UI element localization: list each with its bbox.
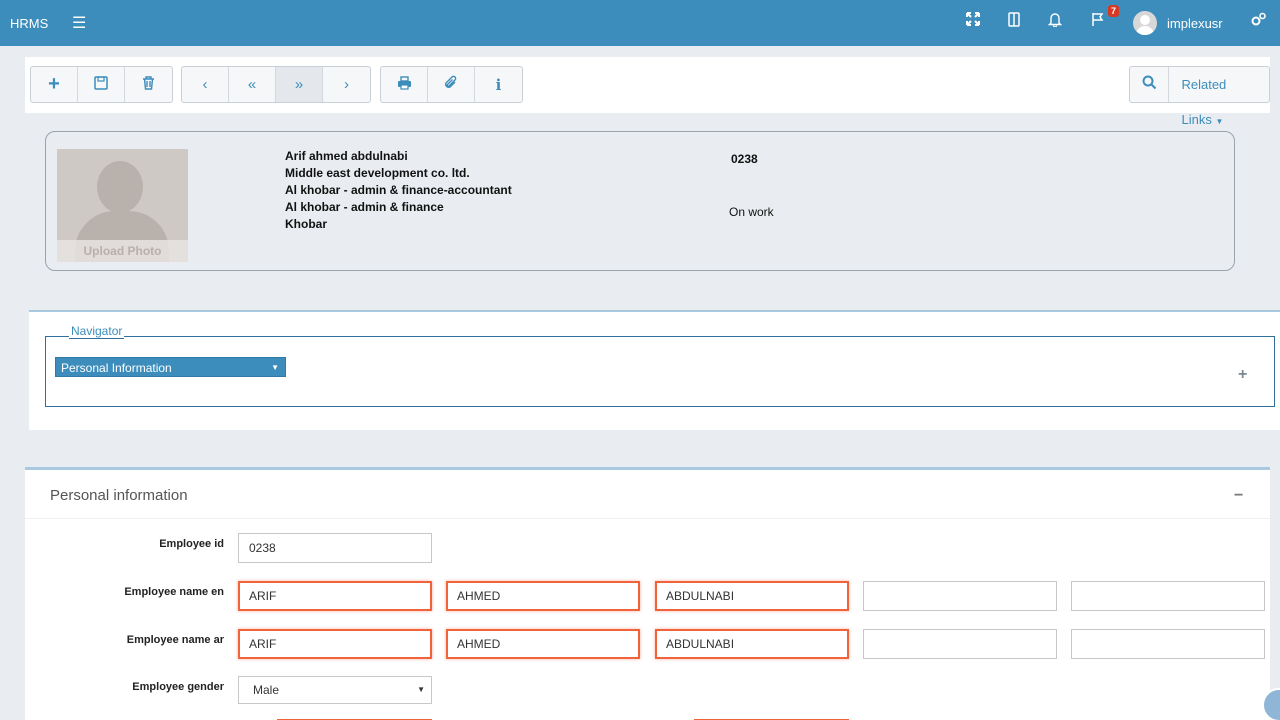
- flag-icon[interactable]: [1091, 12, 1106, 33]
- employee-photo[interactable]: Upload Photo: [57, 149, 188, 262]
- chevron-right-icon: ›: [344, 76, 349, 93]
- name-ar-first-field[interactable]: ARIF: [238, 629, 432, 659]
- collapse-minus-icon[interactable]: −: [1234, 487, 1243, 505]
- hamburger-icon[interactable]: ☰: [72, 13, 86, 33]
- double-chevron-left-icon: «: [247, 76, 257, 93]
- search-button[interactable]: [1130, 67, 1170, 102]
- last-button[interactable]: »: [276, 67, 323, 102]
- trash-icon: [142, 75, 155, 94]
- avatar-placeholder-head: [97, 161, 143, 213]
- gender-select[interactable]: Male ▼: [238, 676, 432, 704]
- app-brand[interactable]: HRMS: [10, 16, 48, 31]
- bell-icon[interactable]: [1047, 12, 1063, 33]
- name-ar-last-field[interactable]: ABDULNABI: [655, 629, 849, 659]
- name-en-first-field[interactable]: ARIF: [238, 581, 432, 611]
- expand-icon[interactable]: [966, 12, 980, 32]
- navigation-group: ‹ « » ›: [181, 66, 371, 103]
- employee-status: On work: [729, 205, 774, 219]
- expand-plus-icon[interactable]: +: [1238, 366, 1247, 384]
- info-button[interactable]: i: [475, 67, 522, 102]
- add-button[interactable]: +: [31, 67, 78, 102]
- employee-summary: Arif ahmed abdulnabi Middle east develop…: [285, 148, 512, 233]
- name-en-field-5[interactable]: [1071, 581, 1265, 611]
- save-button[interactable]: [78, 67, 125, 102]
- plus-icon: +: [48, 73, 60, 95]
- gears-icon[interactable]: [1250, 12, 1267, 33]
- upload-photo-label[interactable]: Upload Photo: [57, 240, 188, 262]
- top-navbar: HRMS ☰ 7 implexusr: [0, 0, 1280, 46]
- caret-down-icon: ▼: [271, 363, 279, 372]
- next-button[interactable]: ›: [323, 67, 370, 102]
- employee-position: Al khobar - admin & finance-accountant: [285, 183, 512, 197]
- navigator-legend: Navigator: [69, 324, 125, 339]
- personal-information-panel: Personal information − Employee id 0238 …: [25, 467, 1270, 720]
- action-toolbar: + ‹ « » › i Related Links ▼: [25, 57, 1270, 127]
- first-button[interactable]: «: [229, 67, 276, 102]
- employee-name: Arif ahmed abdulnabi: [285, 149, 408, 163]
- employee-id-field[interactable]: 0238: [238, 533, 432, 563]
- related-links-group: Related Links ▼: [1129, 66, 1270, 127]
- info-icon: i: [495, 75, 502, 94]
- previous-button[interactable]: ‹: [182, 67, 229, 102]
- section-title: Personal information: [50, 487, 188, 504]
- paperclip-icon: [444, 75, 458, 94]
- book-icon[interactable]: [1007, 12, 1021, 33]
- employee-company: Middle east development co. ltd.: [285, 166, 470, 180]
- employee-id-label: Employee id: [159, 538, 224, 550]
- employee-code: 0238: [731, 152, 758, 166]
- navigator-select[interactable]: Personal Information ▼: [55, 357, 286, 377]
- delete-button[interactable]: [125, 67, 172, 102]
- employee-profile-card: Upload Photo Arif ahmed abdulnabi Middle…: [45, 131, 1235, 271]
- save-icon: [94, 75, 108, 94]
- gender-label: Employee gender: [132, 681, 224, 693]
- name-en-last-field[interactable]: ABDULNABI: [655, 581, 849, 611]
- gender-value: Male: [253, 683, 280, 697]
- employee-department: Al khobar - admin & finance: [285, 200, 444, 214]
- user-avatar[interactable]: [1133, 11, 1157, 35]
- name-ar-middle-field[interactable]: AHMED: [446, 629, 640, 659]
- navigator-panel: Navigator Personal Information ▼ +: [29, 310, 1280, 430]
- notification-badge: 7: [1108, 5, 1120, 17]
- name-en-label: Employee name en: [124, 586, 224, 598]
- username[interactable]: implexusr: [1167, 16, 1223, 31]
- section-divider: [25, 518, 1270, 519]
- double-chevron-right-icon: »: [294, 76, 304, 93]
- name-ar-label: Employee name ar: [126, 634, 224, 646]
- name-ar-field-4[interactable]: [863, 629, 1057, 659]
- record-actions-group: +: [30, 66, 173, 103]
- name-en-middle-field[interactable]: AHMED: [446, 581, 640, 611]
- chevron-left-icon: ‹: [202, 76, 208, 93]
- caret-down-icon: ▼: [1215, 117, 1224, 126]
- caret-down-icon: ▼: [417, 685, 425, 694]
- related-links-dropdown[interactable]: Related Links ▼: [1169, 67, 1269, 127]
- attach-button[interactable]: [428, 67, 475, 102]
- name-en-field-4[interactable]: [863, 581, 1057, 611]
- printer-icon: [397, 75, 412, 94]
- employee-location: Khobar: [285, 217, 327, 231]
- navigator-selected: Personal Information: [61, 361, 172, 375]
- utility-group: i: [380, 66, 523, 103]
- print-button[interactable]: [381, 67, 428, 102]
- name-ar-field-5[interactable]: [1071, 629, 1265, 659]
- search-icon: [1142, 75, 1157, 94]
